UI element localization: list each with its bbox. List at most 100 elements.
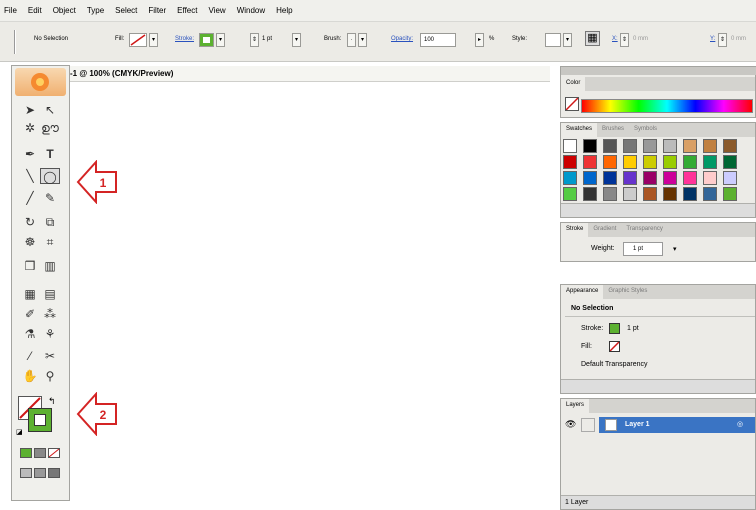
brush-dropdown[interactable]: ▾: [358, 33, 367, 47]
selection-tool-icon[interactable]: ➤: [20, 102, 40, 118]
y-label[interactable]: Y:: [710, 36, 715, 42]
menu-type[interactable]: Type: [87, 6, 104, 15]
menu-view[interactable]: View: [208, 6, 225, 15]
reference-point-icon[interactable]: ▦: [585, 31, 600, 46]
swatch-item[interactable]: [683, 139, 697, 153]
live-paint-tool-icon[interactable]: ⚗: [20, 326, 40, 342]
swatch-item[interactable]: [603, 171, 617, 185]
menu-window[interactable]: Window: [237, 6, 265, 15]
stroke-swatch[interactable]: [199, 33, 214, 47]
swatch-item[interactable]: [723, 171, 737, 185]
swatch-item[interactable]: [623, 187, 637, 201]
swatch-item[interactable]: [583, 171, 597, 185]
y-stepper[interactable]: ⇕: [718, 33, 727, 47]
swatch-item[interactable]: [663, 187, 677, 201]
swatch-item[interactable]: [603, 187, 617, 201]
swap-fill-stroke-icon[interactable]: ↰: [48, 396, 56, 407]
lasso-tool-icon[interactable]: ഊ: [40, 120, 60, 136]
swatch-item[interactable]: [643, 139, 657, 153]
lock-toggle[interactable]: [581, 418, 595, 432]
symbol-sprayer-tool-icon[interactable]: ❒: [20, 258, 40, 274]
menu-effect[interactable]: Effect: [177, 6, 197, 15]
full-screen-mode-icon[interactable]: [48, 468, 60, 478]
layer-name[interactable]: Layer 1: [625, 421, 650, 428]
tab-brushes[interactable]: Brushes: [597, 123, 629, 137]
swatch-item[interactable]: [703, 171, 717, 185]
document-tab[interactable]: -1 @ 100% (CMYK/Preview): [70, 66, 550, 82]
x-label[interactable]: X:: [612, 36, 618, 42]
scissors-tool-icon[interactable]: ✂: [40, 348, 60, 364]
swatch-item[interactable]: [723, 155, 737, 169]
stroke-label[interactable]: Stroke:: [175, 36, 194, 42]
swatch-item[interactable]: [623, 155, 637, 169]
layer-row[interactable]: 👁 Layer 1 ◎: [561, 417, 756, 433]
swatch-item[interactable]: [663, 139, 677, 153]
gradient-tool-icon[interactable]: ▤: [40, 286, 60, 302]
graph-tool-icon[interactable]: ▥: [40, 258, 60, 274]
swatch-item[interactable]: [583, 155, 597, 169]
menu-edit[interactable]: Edit: [28, 6, 42, 15]
swatch-item[interactable]: [603, 139, 617, 153]
tab-appearance[interactable]: Appearance: [561, 285, 604, 299]
free-transform-tool-icon[interactable]: ⌗: [40, 234, 60, 250]
line-tool-icon[interactable]: ╲: [20, 168, 40, 184]
warp-tool-icon[interactable]: ☸: [20, 234, 40, 250]
tab-color[interactable]: Color: [561, 77, 586, 91]
swatch-item[interactable]: [563, 155, 577, 169]
swatch-item[interactable]: [643, 155, 657, 169]
pen-tool-icon[interactable]: ✒: [20, 146, 40, 162]
rotate-tool-icon[interactable]: ↻: [20, 214, 40, 230]
swatch-item[interactable]: [603, 155, 617, 169]
swatch-item[interactable]: [703, 187, 717, 201]
swatch-item[interactable]: [683, 155, 697, 169]
tab-graphic-styles[interactable]: Graphic Styles: [603, 285, 652, 299]
swatch-item[interactable]: [723, 139, 737, 153]
paintbrush-tool-icon[interactable]: ╱: [20, 190, 40, 206]
stroke-weight-stepper[interactable]: ⇕: [250, 33, 259, 47]
standard-screen-mode-icon[interactable]: [20, 468, 32, 478]
swatch-item[interactable]: [563, 187, 577, 201]
swatch-item[interactable]: [623, 139, 637, 153]
menu-help[interactable]: Help: [276, 6, 292, 15]
stroke-weight-value[interactable]: 1 pt: [262, 36, 272, 42]
ellipse-tool-icon[interactable]: ◯: [40, 168, 60, 184]
visibility-eye-icon[interactable]: 👁: [565, 419, 576, 430]
opacity-stepper[interactable]: ▸: [475, 33, 484, 47]
tab-layers[interactable]: Layers: [561, 399, 590, 413]
type-tool-icon[interactable]: T: [40, 146, 60, 162]
opacity-input[interactable]: 100: [420, 33, 456, 47]
full-screen-menu-mode-icon[interactable]: [34, 468, 46, 478]
grip-handle[interactable]: [14, 30, 16, 54]
tab-transparency[interactable]: Transparency: [621, 223, 667, 237]
tab-swatches[interactable]: Swatches: [561, 123, 598, 137]
target-icon[interactable]: ◎: [737, 420, 743, 428]
swatch-item[interactable]: [663, 171, 677, 185]
swatch-item[interactable]: [703, 155, 717, 169]
style-dropdown[interactable]: ▾: [563, 33, 572, 47]
stroke-weight-dropdown[interactable]: ▾: [292, 33, 301, 47]
swatch-item[interactable]: [683, 187, 697, 201]
mesh-tool-icon[interactable]: ▦: [20, 286, 40, 302]
zoom-tool-icon[interactable]: ⚲: [40, 368, 60, 384]
artboard-canvas[interactable]: [70, 82, 558, 510]
tab-symbols[interactable]: Symbols: [629, 123, 662, 137]
fill-dropdown[interactable]: ▾: [149, 33, 158, 47]
swatch-item[interactable]: [683, 171, 697, 185]
color-spectrum-ramp[interactable]: [581, 99, 753, 113]
opacity-label[interactable]: Opacity:: [391, 36, 413, 42]
panel-dock-header[interactable]: [561, 67, 756, 75]
swatch-item[interactable]: [563, 139, 577, 153]
swatch-item[interactable]: [663, 155, 677, 169]
swatch-item[interactable]: [643, 171, 657, 185]
live-paint-selection-tool-icon[interactable]: ⚘: [40, 326, 60, 342]
none-mode-button[interactable]: [48, 448, 60, 458]
stroke-color-box[interactable]: [28, 408, 52, 432]
appearance-fill-swatch[interactable]: [609, 341, 620, 352]
pencil-tool-icon[interactable]: ✎: [40, 190, 60, 206]
swatch-item[interactable]: [623, 171, 637, 185]
color-none-box[interactable]: [565, 97, 579, 111]
color-mode-button[interactable]: [20, 448, 32, 458]
swatch-item[interactable]: [563, 171, 577, 185]
gradient-mode-button[interactable]: [34, 448, 46, 458]
scale-tool-icon[interactable]: ⧉: [40, 214, 60, 230]
